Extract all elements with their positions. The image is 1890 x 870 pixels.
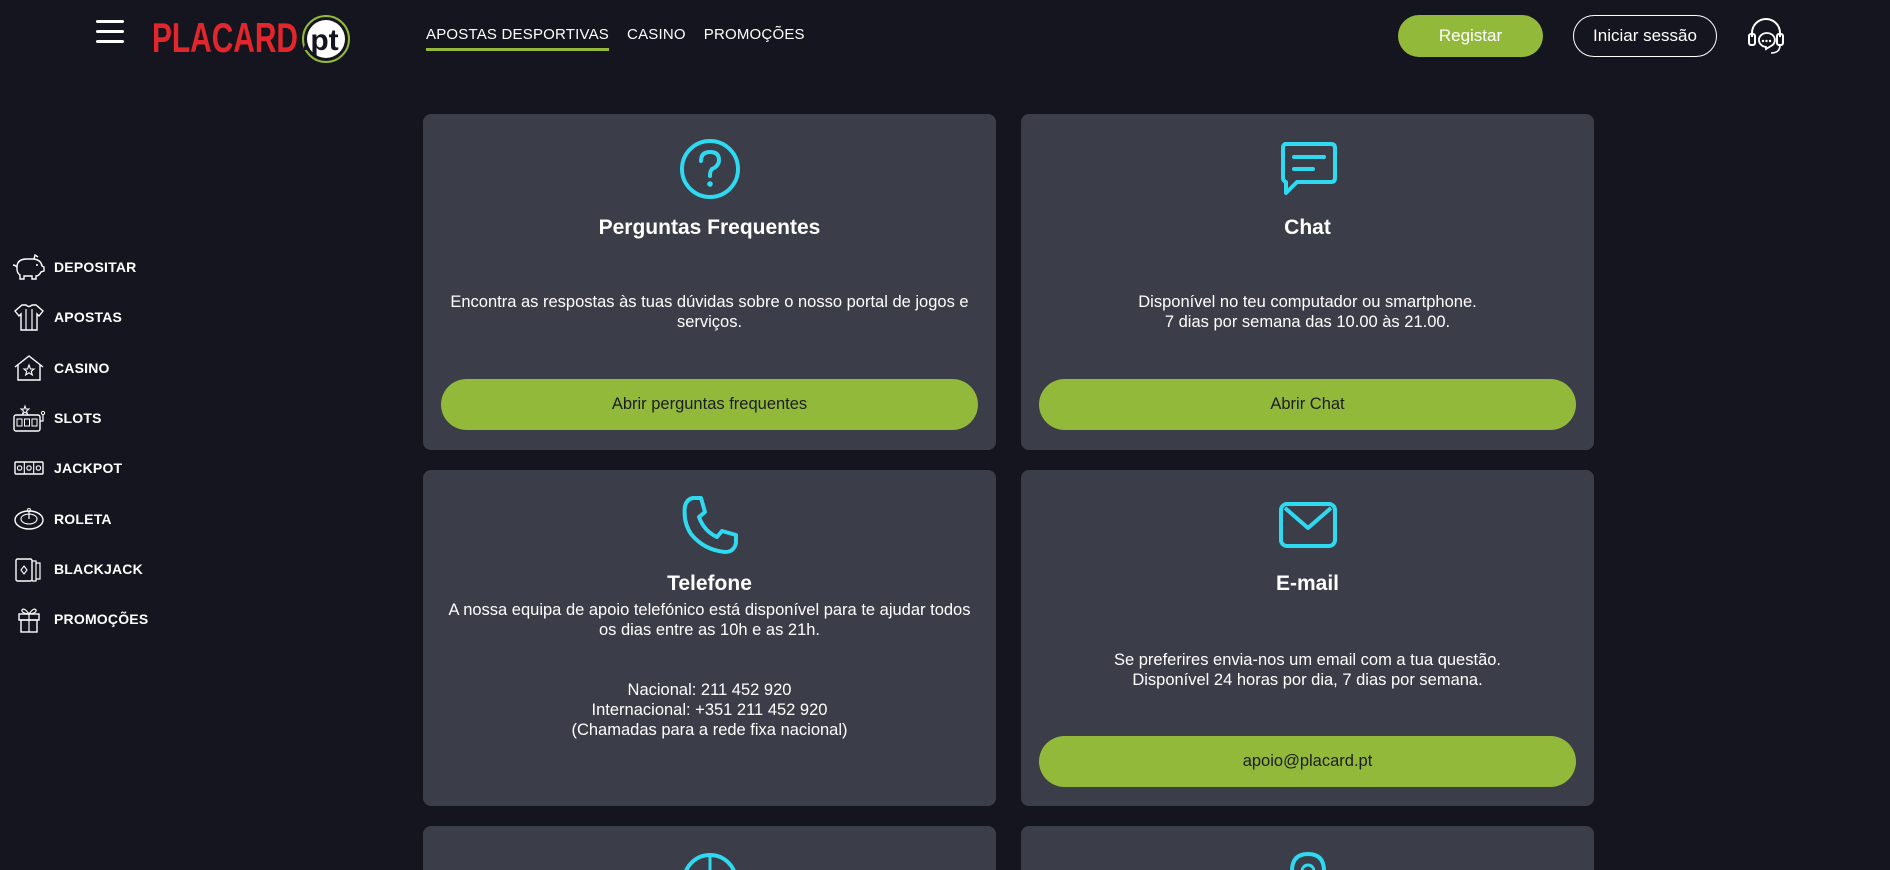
casino-house-icon [14,354,44,381]
email-title: E-mail [1275,572,1340,595]
left-sidebar: DEPOSITAR APOSTAS CASINO SLOTS JACKPOT R… [0,242,200,644]
gift-icon [18,608,40,633]
cards-icon [15,558,41,582]
sidebar-item-label: BLACKJACK [54,560,143,577]
sidebar-item-depositar[interactable]: DEPOSITAR [0,242,200,292]
phone-icon [682,496,738,554]
faq-description: Encontra as respostas às tuas dúvidas so… [450,293,969,331]
chat-description-line2: 7 dias por semana das 10.00 às 21.00. [1164,313,1451,331]
sidebar-item-casino[interactable]: CASINO [0,343,200,393]
sidebar-item-label: CASINO [54,359,110,376]
phone-description: A nossa equipa de apoio telefónico está … [448,601,971,639]
sidebar-item-blackjack[interactable]: BLACKJACK [0,544,200,594]
jersey-icon [14,304,44,331]
sidebar-item-label: JACKPOT [54,460,123,477]
phone-numbers: Nacional: 211 452 920 Internacional: +35… [441,680,978,740]
chat-card: Chat Disponível no teu computador ou sma… [1021,114,1594,450]
phone-title: Telefone [667,572,752,595]
faq-title: Perguntas Frequentes [598,216,821,239]
sidebar-item-slots[interactable]: SLOTS [0,393,200,443]
svg-text:PLACARD: PLACARD [152,14,298,61]
email-address-button[interactable]: apoio@placard.pt [1039,736,1576,787]
phone-note: (Chamadas para a rede fixa nacional) [571,721,848,739]
roulette-icon [14,508,44,531]
nav-casino[interactable]: CASINO [627,26,686,51]
nav-apostas-desportivas[interactable]: APOSTAS DESPORTIVAS [426,26,610,51]
slot-machine-icon [13,404,46,432]
hamburger-menu-icon[interactable] [96,20,124,46]
email-card: E-mail Se preferires envia-nos um email … [1021,470,1594,806]
svg-text:.pt: .pt [302,24,339,57]
sidebar-item-label: PROMOÇÕES [54,611,149,628]
top-navigation: APOSTAS DESPORTIVAS CASINO PROMOÇÕES [426,26,805,51]
headset-support-icon[interactable] [1745,15,1787,57]
sidebar-item-label: ROLETA [54,510,112,527]
chat-description: Disponível no teu computador ou smartpho… [1039,292,1576,332]
card-partial-left [423,826,996,870]
sidebar-item-label: DEPOSITAR [54,259,137,276]
sidebar-item-promocoes[interactable]: PROMOÇÕES [0,594,200,644]
chat-description-line1: Disponível no teu computador ou smartpho… [1138,293,1477,311]
support-page: PLACARD .pt APOSTAS DESPORTIVAS CASINO P… [0,0,1890,870]
email-description-line1: Se preferires envia-nos um email com a t… [1113,651,1502,669]
sidebar-item-roleta[interactable]: ROLETA [0,493,200,543]
open-chat-button[interactable]: Abrir Chat [1039,379,1576,430]
question-mark-icon [680,139,740,199]
piggy-bank-icon [12,253,45,280]
email-description-line2: Disponível 24 horas por dia, 7 dias por … [1132,671,1483,689]
faq-card: Perguntas Frequentes Encontra as respost… [423,114,996,450]
chat-title: Chat [1284,216,1331,239]
chat-bubble-icon [1281,142,1337,195]
sidebar-item-jackpot[interactable]: JACKPOT [0,443,200,493]
phone-international: Internacional: +351 211 452 920 [591,701,828,719]
phone-national: Nacional: 211 452 920 [627,681,792,699]
sidebar-item-label: APOSTAS [54,309,123,326]
globe-icon [684,853,736,870]
nav-promocoes[interactable]: PROMOÇÕES [704,26,805,51]
open-faq-button[interactable]: Abrir perguntas frequentes [441,379,978,430]
envelope-icon [1279,502,1337,548]
placard-logo[interactable]: PLACARD .pt [152,12,356,64]
login-button[interactable]: Iniciar sessão [1573,15,1717,57]
phone-card: Telefone A nossa equipa de apoio telefón… [423,470,996,806]
sidebar-item-label: SLOTS [54,410,102,427]
card-partial-right [1021,826,1594,870]
location-pin-icon [1290,851,1326,870]
email-description: Se preferires envia-nos um email com a t… [1039,650,1576,690]
jackpot-icon [14,461,44,475]
register-button[interactable]: Registar [1398,15,1543,57]
top-header: PLACARD .pt APOSTAS DESPORTIVAS CASINO P… [0,0,1890,72]
sidebar-item-apostas[interactable]: APOSTAS [0,292,200,342]
